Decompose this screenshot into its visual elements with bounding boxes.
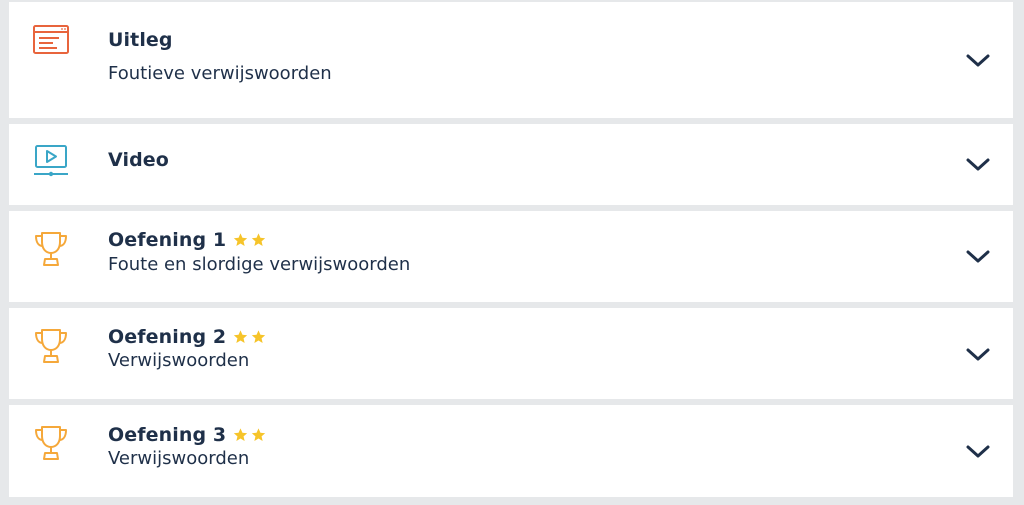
section-subtitle: Verwijswoorden: [108, 448, 250, 469]
section-title: Oefening 1: [108, 228, 268, 251]
chevron-down-icon[interactable]: [965, 51, 991, 69]
trophy-icon: [31, 230, 71, 270]
trophy-icon: [31, 424, 71, 464]
section-subtitle: Verwijswoorden: [108, 350, 250, 371]
video-player-icon: [31, 143, 71, 183]
chevron-down-icon[interactable]: [965, 247, 991, 265]
chevron-down-icon[interactable]: [965, 345, 991, 363]
trophy-icon: [31, 327, 71, 367]
section-title: Oefening 3: [108, 423, 268, 446]
document-icon: [31, 23, 71, 63]
section-card-uitleg[interactable]: Uitleg Foutieve verwijswoorden: [9, 2, 1013, 118]
section-title-text: Oefening 3: [108, 424, 227, 446]
star-icon: [252, 329, 266, 343]
section-card-oefening-2[interactable]: Oefening 2 Verwijswoorden: [9, 308, 1013, 399]
star-icon: [234, 329, 248, 343]
star-rating: [232, 228, 268, 250]
section-title: Oefening 2: [108, 325, 268, 348]
star-icon: [252, 232, 266, 246]
section-card-oefening-3[interactable]: Oefening 3 Verwijswoorden: [9, 405, 1013, 497]
star-icon: [234, 427, 248, 441]
section-card-video[interactable]: Video: [9, 124, 1013, 205]
section-title-text: Oefening 1: [108, 229, 227, 251]
section-card-oefening-1[interactable]: Oefening 1 Foute en slordige verwijswoor…: [9, 211, 1013, 302]
chevron-down-icon[interactable]: [965, 442, 991, 460]
section-title: Uitleg: [108, 29, 173, 51]
chevron-down-icon[interactable]: [965, 155, 991, 173]
star-icon: [234, 232, 248, 246]
section-list: Uitleg Foutieve verwijswoorden Video Oef…: [0, 0, 1024, 505]
section-title: Video: [108, 149, 169, 171]
section-subtitle: Foute en slordige verwijswoorden: [108, 254, 411, 275]
star-icon: [252, 427, 266, 441]
star-rating: [232, 423, 268, 445]
section-title-text: Oefening 2: [108, 326, 227, 348]
section-subtitle: Foutieve verwijswoorden: [108, 63, 332, 84]
star-rating: [232, 325, 268, 347]
